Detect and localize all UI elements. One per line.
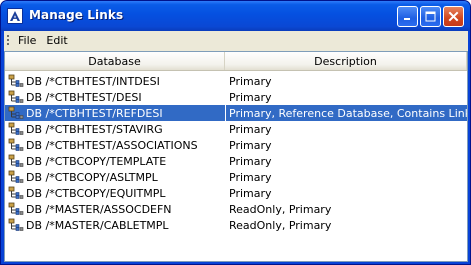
database-cell[interactable]: DB /*CTBCOPY/EQUITMPL [5, 185, 225, 201]
menu-file[interactable]: File [13, 34, 41, 47]
description-cell[interactable]: Primary [226, 153, 467, 169]
database-tree-icon [8, 170, 24, 183]
minimize-button[interactable] [397, 6, 418, 27]
database-cell[interactable]: DB /*MASTER/CABLETMPL [5, 217, 225, 233]
database-cell[interactable]: DB /*CTBHTEST/REFDESI [5, 105, 225, 121]
app-logo-icon [7, 8, 23, 24]
database-cell[interactable]: DB /*CTBHTEST/DESI [5, 89, 225, 105]
database-name: DB /*CTBHTEST/ASSOCIATIONS [26, 138, 198, 152]
database-name: DB /*MASTER/ASSOCDEFN [26, 202, 172, 216]
database-tree-icon [8, 74, 24, 87]
database-name: DB /*CTBCOPY/TEMPLATE [26, 154, 167, 168]
database-cell[interactable]: DB /*MASTER/ASSOCDEFN [5, 201, 225, 217]
database-cell[interactable]: DB /*CTBCOPY/TEMPLATE [5, 153, 225, 169]
database-name: DB /*CTBCOPY/ASLTMPL [26, 170, 158, 184]
table-row[interactable]: DB /*CTBCOPY/TEMPLATE Primary [5, 153, 467, 169]
manage-links-window: Manage Links File Edit Database Descript… [0, 0, 471, 265]
close-icon [448, 11, 459, 22]
description-cell[interactable]: Primary [226, 73, 467, 89]
database-cell[interactable]: DB /*CTBHTEST/INTDESI [5, 73, 225, 89]
database-tree-icon [8, 90, 24, 103]
database-name: DB /*CTBCOPY/EQUITMPL [26, 186, 166, 200]
description-cell[interactable]: ReadOnly, Primary [226, 217, 467, 233]
menu-edit[interactable]: Edit [41, 34, 72, 47]
description-cell[interactable]: Primary [226, 121, 467, 137]
database-name: DB /*MASTER/CABLETMPL [26, 218, 169, 232]
maximize-icon [425, 11, 436, 22]
database-cell[interactable]: DB /*CTBCOPY/ASLTMPL [5, 169, 225, 185]
menu-bar: File Edit [4, 31, 468, 49]
title-bar[interactable]: Manage Links [1, 1, 470, 31]
database-name: DB /*CTBHTEST/DESI [26, 90, 142, 104]
list-header: Database Description [5, 52, 467, 71]
window-client-area: File Edit Database Description DB /*CTBH… [4, 31, 468, 262]
table-row[interactable]: DB /*MASTER/ASSOCDEFN ReadOnly, Primary [5, 201, 467, 217]
minimize-icon [404, 18, 410, 20]
table-row[interactable]: DB /*CTBCOPY/ASLTMPL Primary [5, 169, 467, 185]
column-header-description[interactable]: Description [225, 52, 467, 70]
table-row[interactable]: DB /*MASTER/CABLETMPL ReadOnly, Primary [5, 217, 467, 233]
description-cell[interactable]: Primary [226, 169, 467, 185]
description-cell[interactable]: ReadOnly, Primary [226, 201, 467, 217]
description-cell[interactable]: Primary [226, 185, 467, 201]
database-tree-icon [8, 186, 24, 199]
table-row[interactable]: DB /*CTBCOPY/EQUITMPL Primary [5, 185, 467, 201]
database-name: DB /*CTBHTEST/STAVIRG [26, 122, 163, 136]
description-cell[interactable]: Primary [226, 137, 467, 153]
table-row[interactable]: DB /*CTBHTEST/REFDESI Primary, Reference … [5, 105, 467, 121]
table-row[interactable]: DB /*CTBHTEST/INTDESI Primary [5, 73, 467, 89]
window-title: Manage Links [29, 8, 124, 22]
database-tree-icon [8, 106, 24, 119]
table-row[interactable]: DB /*CTBHTEST/DESI Primary [5, 89, 467, 105]
database-tree-icon [8, 138, 24, 151]
list-rows: DB /*CTBHTEST/INTDESI Primary DB /*CTBHTES… [5, 73, 467, 233]
maximize-button[interactable] [420, 6, 441, 27]
database-tree-icon [8, 154, 24, 167]
links-list-view[interactable]: Database Description DB /*CTBHTEST/INTDE… [4, 51, 468, 262]
database-tree-icon [8, 218, 24, 231]
database-tree-icon [8, 202, 24, 215]
close-button[interactable] [443, 6, 464, 27]
database-cell[interactable]: DB /*CTBHTEST/STAVIRG [5, 121, 225, 137]
table-row[interactable]: DB /*CTBHTEST/ASSOCIATIONS Primary [5, 137, 467, 153]
database-name: DB /*CTBHTEST/REFDESI [26, 106, 163, 120]
table-row[interactable]: DB /*CTBHTEST/STAVIRG Primary [5, 121, 467, 137]
description-cell[interactable]: Primary [226, 89, 467, 105]
database-cell[interactable]: DB /*CTBHTEST/ASSOCIATIONS [5, 137, 225, 153]
column-header-database[interactable]: Database [5, 52, 225, 70]
description-cell[interactable]: Primary, Reference Database, Contains Li… [226, 105, 467, 121]
database-name: DB /*CTBHTEST/INTDESI [26, 74, 160, 88]
database-tree-icon [8, 122, 24, 135]
